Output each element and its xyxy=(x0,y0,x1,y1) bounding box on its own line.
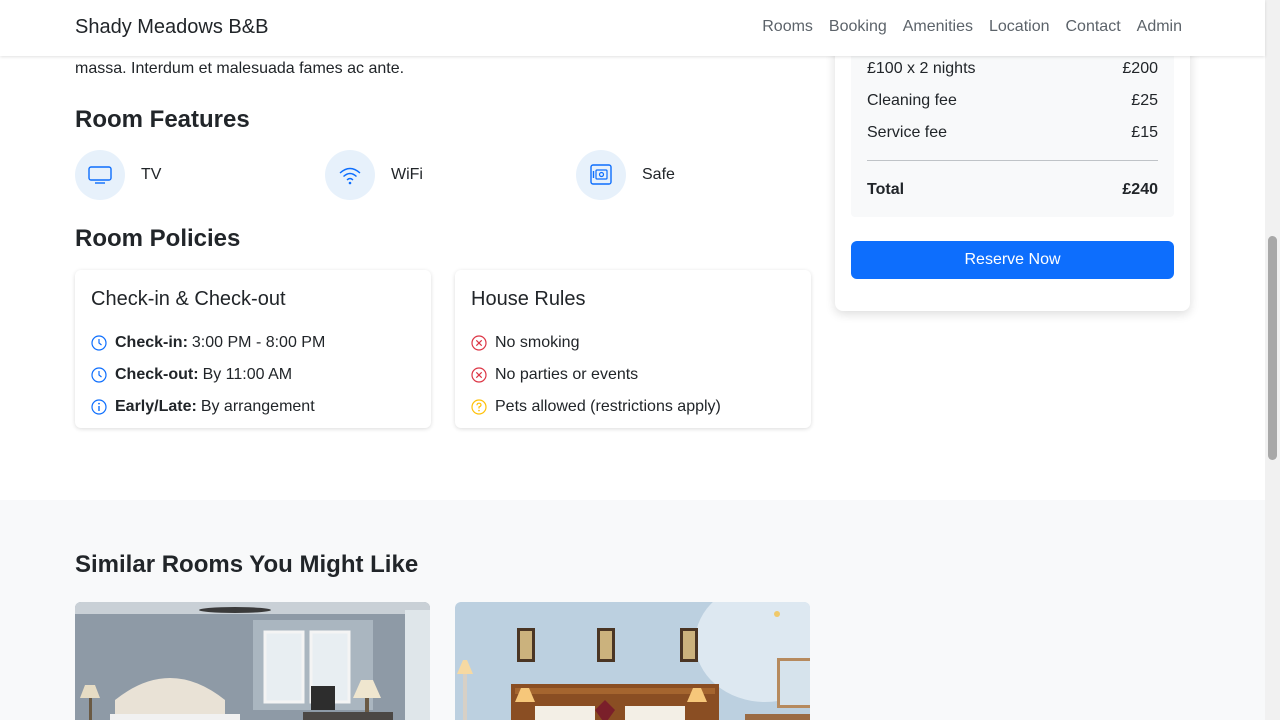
feature-label: Safe xyxy=(642,166,675,183)
rule-text: Pets allowed (restrictions apply) xyxy=(495,398,721,415)
total-amount: £240 xyxy=(1122,181,1158,198)
question-circle-icon xyxy=(471,399,487,415)
nav-link-booking[interactable]: Booking xyxy=(829,18,887,36)
policy-label: Check-out: xyxy=(115,366,199,383)
price-row-cleaning: Cleaning fee £25 xyxy=(867,92,1158,110)
features-list: TV WiFi Safe xyxy=(75,150,815,200)
feature-safe: Safe xyxy=(576,150,675,200)
policy-label: Early/Late: xyxy=(115,398,197,415)
price-row-total: Total £240 xyxy=(867,181,1158,199)
similar-room-card[interactable] xyxy=(75,602,430,720)
rule-text: No parties or events xyxy=(495,366,639,383)
similar-rooms-section: Similar Rooms You Might Like xyxy=(0,500,1265,720)
x-circle-icon xyxy=(471,367,487,383)
scrollbar-thumb[interactable] xyxy=(1268,236,1277,460)
price-label: Cleaning fee xyxy=(867,92,957,109)
nav-link-admin[interactable]: Admin xyxy=(1137,18,1182,36)
feature-tv: TV xyxy=(75,150,161,200)
brand-logo[interactable]: Shady Meadows B&B xyxy=(75,16,268,39)
price-label: Service fee xyxy=(867,124,948,141)
clock-icon xyxy=(91,367,107,383)
page-scrollbar[interactable] xyxy=(1265,0,1280,720)
total-label: Total xyxy=(867,181,905,198)
tv-icon xyxy=(75,150,125,200)
policies-heading: Room Policies xyxy=(75,225,241,252)
rule-text: No smoking xyxy=(495,334,580,351)
x-circle-icon xyxy=(471,335,487,351)
nav-links: Rooms Booking Amenities Location Contact… xyxy=(762,18,1182,36)
room-image[interactable] xyxy=(455,602,810,720)
policy-value: By 11:00 AM xyxy=(202,366,293,383)
rule-item: No parties or events xyxy=(471,359,795,391)
price-amount: £200 xyxy=(1122,60,1158,77)
nav-link-location[interactable]: Location xyxy=(989,18,1050,36)
checkin-card: Check-in & Check-out Check-in: 3:00 PM -… xyxy=(75,270,431,428)
price-label: £100 x 2 nights xyxy=(867,60,976,77)
nav-link-contact[interactable]: Contact xyxy=(1066,18,1121,36)
policy-item-early-late: Early/Late: By arrangement xyxy=(91,391,415,423)
checkin-card-title: Check-in & Check-out xyxy=(91,288,286,310)
policy-value: 3:00 PM - 8:00 PM xyxy=(191,334,326,351)
policy-label: Check-in: xyxy=(115,334,188,351)
booking-sidebar: £100 x 2 nights £200 Cleaning fee £25 Se… xyxy=(835,40,1190,311)
nav-link-rooms[interactable]: Rooms xyxy=(762,18,813,36)
nav-link-amenities[interactable]: Amenities xyxy=(903,18,973,36)
policy-item-checkout: Check-out: By 11:00 AM xyxy=(91,359,415,391)
policy-value: By arrangement xyxy=(200,398,315,415)
price-amount: £25 xyxy=(1131,92,1158,109)
reserve-now-button[interactable]: Reserve Now xyxy=(851,241,1174,279)
safe-icon xyxy=(576,150,626,200)
feature-label: WiFi xyxy=(391,166,423,183)
policy-item-checkin: Check-in: 3:00 PM - 8:00 PM xyxy=(91,327,415,359)
features-heading: Room Features xyxy=(75,106,250,133)
similar-room-card[interactable] xyxy=(455,602,810,720)
room-description: massa. Interdum et malesuada fames ac an… xyxy=(75,60,405,77)
navbar: Shady Meadows B&B Rooms Booking Amenitie… xyxy=(0,0,1265,56)
clock-icon xyxy=(91,335,107,351)
feature-wifi: WiFi xyxy=(325,150,423,200)
house-rules-card: House Rules No smoking No parties or eve… xyxy=(455,270,811,428)
price-breakdown: £100 x 2 nights £200 Cleaning fee £25 Se… xyxy=(851,40,1174,217)
rule-item: Pets allowed (restrictions apply) xyxy=(471,391,795,423)
house-rules-title: House Rules xyxy=(471,288,586,310)
wifi-icon xyxy=(325,150,375,200)
price-row-service: Service fee £15 xyxy=(867,124,1158,142)
feature-label: TV xyxy=(141,166,162,183)
price-divider xyxy=(867,160,1158,161)
room-image[interactable] xyxy=(75,602,430,720)
price-amount: £15 xyxy=(1131,124,1158,141)
similar-rooms-heading: Similar Rooms You Might Like xyxy=(75,551,419,578)
price-row-nights: £100 x 2 nights £200 xyxy=(867,60,1158,78)
info-icon xyxy=(91,399,107,415)
rule-item: No smoking xyxy=(471,327,795,359)
